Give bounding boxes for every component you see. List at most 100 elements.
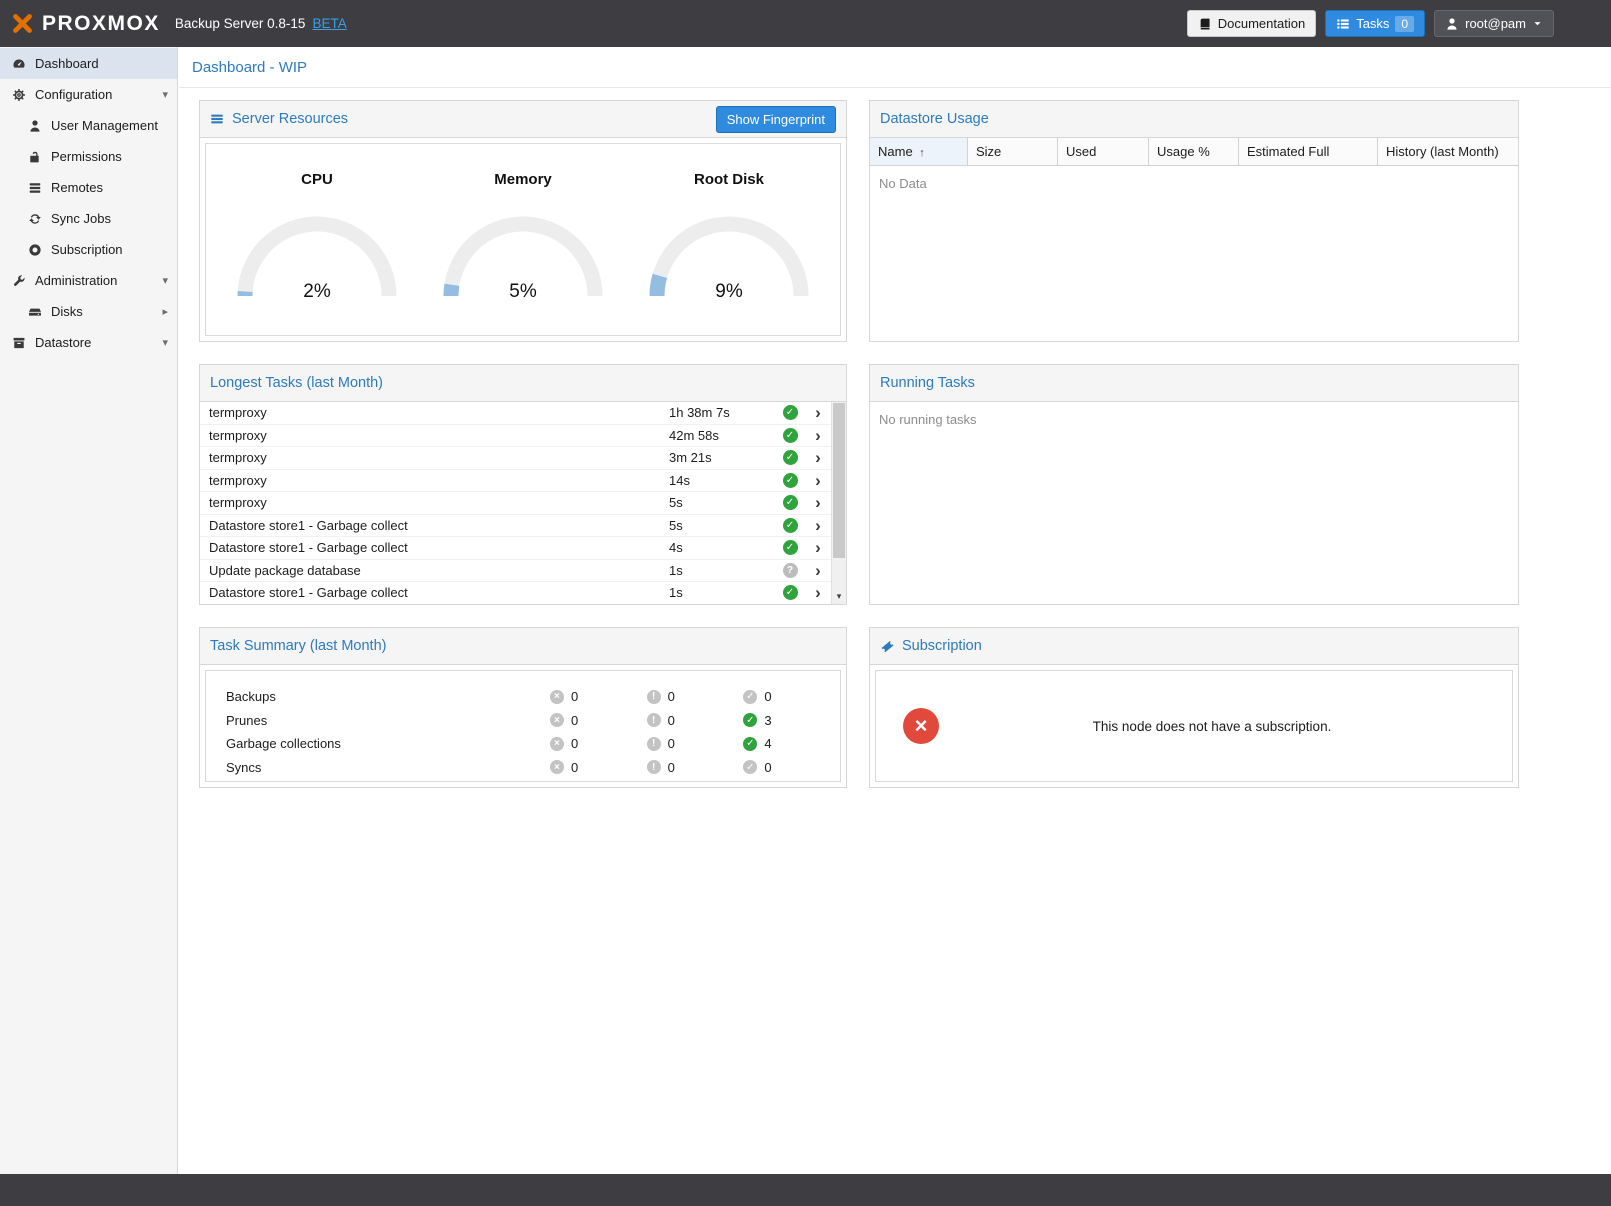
sidebar-item-permissions[interactable]: Permissions xyxy=(0,141,177,172)
beta-link[interactable]: BETA xyxy=(312,16,346,31)
gauge-cpu: CPU2% xyxy=(222,171,412,335)
user-icon xyxy=(27,119,42,133)
sidebar-item-administration[interactable]: Administration▾ xyxy=(0,265,177,296)
show-fingerprint-button[interactable]: Show Fingerprint xyxy=(716,106,836,133)
gauge-label: Root Disk xyxy=(634,171,824,188)
chevron-right-icon[interactable]: ▸ xyxy=(162,305,168,318)
task-row[interactable]: termproxy42m 58s✓› xyxy=(200,425,831,448)
scrollbar[interactable]: ▾ xyxy=(831,402,846,604)
chevron-right-icon[interactable]: › xyxy=(805,517,831,534)
error-summary: ×0 xyxy=(550,760,647,775)
chevron-right-icon[interactable]: › xyxy=(805,562,831,579)
scroll-down-arrow-icon[interactable]: ▾ xyxy=(832,589,846,604)
table-icon xyxy=(210,112,224,126)
no-subscription-icon: × xyxy=(903,708,939,744)
sidebar-item-label: Datastore xyxy=(35,335,153,350)
status-ok-icon: ✓ xyxy=(783,473,798,488)
gauge-arc: 2% xyxy=(222,201,412,304)
scrollbar-thumb[interactable] xyxy=(833,403,845,558)
chevron-down-icon[interactable]: ▾ xyxy=(162,274,168,287)
unlock-icon xyxy=(27,150,42,164)
gauge-value: 5% xyxy=(428,281,618,303)
warning-count: 0 xyxy=(668,736,675,751)
ok-icon: ✓ xyxy=(743,737,757,751)
task-row[interactable]: termproxy14s✓› xyxy=(200,470,831,493)
sidebar-item-user-management[interactable]: User Management xyxy=(0,110,177,141)
topbar: PROXMOX Backup Server 0.8-15 BETA Docume… xyxy=(0,0,1611,47)
task-row[interactable]: Update package database1s?› xyxy=(200,560,831,583)
subscription-header: Subscription xyxy=(870,628,1518,665)
sidebar-item-datastore[interactable]: Datastore ▾ xyxy=(0,327,177,358)
stack-icon xyxy=(27,181,42,195)
status-ok-icon: ✓ xyxy=(783,450,798,465)
warning-icon: ! xyxy=(647,713,661,727)
column-header-usage[interactable]: Usage % xyxy=(1149,138,1239,165)
status-ok-icon: ✓ xyxy=(783,428,798,443)
ok-summary: ✓4 xyxy=(743,736,840,751)
lifering-icon xyxy=(27,243,42,257)
chevron-right-icon[interactable]: › xyxy=(805,427,831,444)
longest-tasks-header: Longest Tasks (last Month) xyxy=(200,365,846,402)
gauge-value: 2% xyxy=(222,281,412,303)
archive-icon xyxy=(11,336,26,350)
ok-icon: ✓ xyxy=(743,760,757,774)
error-icon: × xyxy=(550,690,564,704)
task-name: termproxy xyxy=(209,405,669,420)
tasks-button[interactable]: Tasks 0 xyxy=(1325,10,1425,37)
documentation-button[interactable]: Documentation xyxy=(1187,10,1316,37)
product-version: Backup Server 0.8-15 xyxy=(175,16,306,31)
gauge-root-disk: Root Disk9% xyxy=(634,171,824,335)
chevron-down-icon[interactable]: ▾ xyxy=(162,336,168,349)
sidebar-item-dashboard[interactable]: Dashboard xyxy=(0,48,177,79)
tasks-count-badge: 0 xyxy=(1395,16,1414,32)
chevron-down-icon[interactable]: ▾ xyxy=(162,88,168,101)
task-duration: 4s xyxy=(669,540,775,555)
resource-gauges: CPU2%Memory5%Root Disk9% xyxy=(205,143,841,336)
ok-icon: ✓ xyxy=(743,713,757,727)
running-tasks-header: Running Tasks xyxy=(870,365,1518,402)
chevron-right-icon[interactable]: › xyxy=(805,584,831,601)
sidebar-item-remotes[interactable]: Remotes xyxy=(0,172,177,203)
sidebar-item-label: Subscription xyxy=(51,242,168,257)
task-row[interactable]: termproxy1h 38m 7s✓› xyxy=(200,402,831,425)
sidebar-item-sync-jobs[interactable]: Sync Jobs xyxy=(0,203,177,234)
column-header-name[interactable]: Name ↑ xyxy=(870,138,968,165)
refresh-icon xyxy=(27,212,42,226)
task-summary-title: Task Summary (last Month) xyxy=(210,638,386,654)
chevron-right-icon[interactable]: › xyxy=(805,404,831,421)
column-header-history-last-month[interactable]: History (last Month) xyxy=(1378,138,1518,165)
hdd-icon xyxy=(27,305,42,319)
column-header-size[interactable]: Size xyxy=(968,138,1058,165)
sidebar-item-disks[interactable]: Disks▸ xyxy=(0,296,177,327)
task-summary-table: Backups×0!0✓0Prunes×0!0✓3Garbage collect… xyxy=(205,670,841,782)
task-list-icon xyxy=(1336,17,1350,31)
task-summary-row-garbage-collections: Garbage collections×0!0✓4 xyxy=(206,732,840,756)
task-duration: 5s xyxy=(669,495,775,510)
task-name: Update package database xyxy=(209,563,669,578)
chevron-right-icon[interactable]: › xyxy=(805,539,831,556)
chevron-right-icon[interactable]: › xyxy=(805,449,831,466)
warning-count: 0 xyxy=(668,689,675,704)
task-summary-row-syncs: Syncs×0!0✓0 xyxy=(206,756,840,780)
task-duration: 1h 38m 7s xyxy=(669,405,775,420)
column-header-used[interactable]: Used xyxy=(1058,138,1149,165)
server-resources-body: CPU2%Memory5%Root Disk9% xyxy=(200,138,846,341)
warning-summary: !0 xyxy=(647,760,744,775)
error-summary: ×0 xyxy=(550,713,647,728)
task-row[interactable]: termproxy5s✓› xyxy=(200,492,831,515)
chevron-right-icon[interactable]: › xyxy=(805,494,831,511)
warning-summary: !0 xyxy=(647,713,744,728)
sidebar-item-configuration[interactable]: Configuration▾ xyxy=(0,79,177,110)
error-summary: ×0 xyxy=(550,689,647,704)
sidebar-item-subscription[interactable]: Subscription xyxy=(0,234,177,265)
task-row[interactable]: Datastore store1 - Garbage collect4s✓› xyxy=(200,537,831,560)
task-row[interactable]: termproxy3m 21s✓› xyxy=(200,447,831,470)
chevron-right-icon[interactable]: › xyxy=(805,472,831,489)
column-header-estimated-full[interactable]: Estimated Full xyxy=(1239,138,1378,165)
task-row[interactable]: Datastore store1 - Garbage collect1s✓› xyxy=(200,582,831,604)
user-menu-button[interactable]: root@pam xyxy=(1434,10,1554,37)
server-resources-title: Server Resources xyxy=(232,111,348,127)
sidebar-item-label: Remotes xyxy=(51,180,168,195)
task-row[interactable]: Datastore store1 - Garbage collect5s✓› xyxy=(200,515,831,538)
longest-tasks-title: Longest Tasks (last Month) xyxy=(210,375,383,391)
